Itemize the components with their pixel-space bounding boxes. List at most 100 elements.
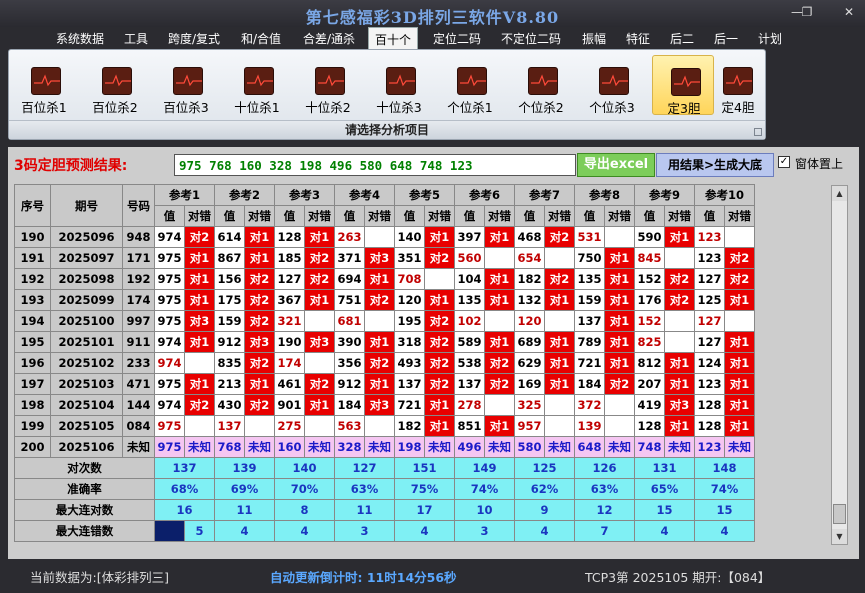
table-row[interactable]: 198 2025104 144 974 对2 430 对2 901 对1 184 对3 721 对1 27… [14,394,755,416]
value-cell: 185 [274,247,305,269]
analysis-item-button[interactable]: 百位杀1 [13,55,75,115]
value-cell: 127 [274,268,305,290]
scroll-down-icon[interactable]: ▼ [832,529,847,544]
value-cell: 721 [394,394,425,416]
table-row[interactable]: 196 2025102 233 974 835 对2 174 356 对2 493 对2 538 对2 6… [14,352,755,374]
chart-icon [457,67,487,95]
expand-icon[interactable] [754,128,762,136]
stats-value: 7 [574,520,635,542]
menu-item[interactable]: 系统数据 [56,30,104,47]
column-header: 参考2 [214,184,275,206]
table-row[interactable]: 190 2025096 948 974 对2 614 对1 128 对1 263 140 对1 397 对… [14,226,755,248]
predicted-value-cell: 160 [274,436,305,458]
menu-item[interactable]: 合差/通杀 [303,30,355,47]
value-cell: 159 [574,289,605,311]
menu-item[interactable]: 不定位二码 [501,30,561,47]
subcolumn-header: 值 [394,205,425,227]
hit-cell: 对2 [364,289,395,311]
value-cell: 563 [334,415,365,437]
draw-number-cell: 174 [122,289,155,311]
menu-item[interactable]: 计划 [758,30,782,47]
menu-item[interactable]: 百十个 [368,27,419,49]
vertical-scrollbar[interactable]: ▲ ▼ [831,185,848,545]
hit-cell: 对1 [244,226,275,248]
pin-window-checkbox[interactable]: ✓ [778,156,790,168]
menu-item[interactable]: 跨度/复式 [168,30,220,47]
value-cell: 975 [154,247,185,269]
title-bar: 第七感福彩3D排列三软件V8.80 — ❐ ✕ [0,0,865,27]
subcolumn-header: 值 [214,205,245,227]
hit-cell: 对3 [184,310,215,332]
menu-item[interactable]: 后二 [670,30,694,47]
subcolumn-header: 对错 [544,205,575,227]
analysis-item-button[interactable]: 十位杀1 [226,55,288,115]
hit-cell: 对1 [664,226,695,248]
stats-row: 最大连错数 5 4 4 3 4 3 4 7 4 4 [14,520,755,542]
menu-item[interactable]: 工具 [124,30,148,47]
hit-cell: 对2 [304,373,335,395]
value-cell: 430 [214,394,245,416]
chart-icon [31,67,61,95]
draw-number-cell: 471 [122,373,155,395]
menu-item[interactable]: 后一 [714,30,738,47]
table-row[interactable]: 194 2025100 997 975 对3 159 对2 321 681 195 对2 102 120… [14,310,755,332]
hit-cell: 对1 [184,247,215,269]
value-cell: 750 [574,247,605,269]
menu-item[interactable]: 和/合值 [241,30,281,47]
analysis-item-button[interactable]: 个位杀3 [581,55,643,115]
table-row[interactable]: 192 2025098 192 975 对1 156 对2 127 对2 694 对1 708 104 对… [14,268,755,290]
export-excel-button[interactable]: 导出excel [577,153,655,177]
prediction-row[interactable]: 200 2025106 未知 975 未知 768 未知 160 未知 328 未知 198 未知 496… [14,436,755,458]
stats-value: 62% [514,478,575,500]
subcolumn-header: 对错 [664,205,695,227]
hit-cell: 对2 [424,310,455,332]
analysis-item-button[interactable]: 百位杀2 [84,55,146,115]
table-row[interactable]: 191 2025097 171 975 对1 867 对1 185 对2 371 对3 351 对2 56… [14,247,755,269]
hit-cell: 对3 [364,247,395,269]
analysis-item-button[interactable]: 十位杀2 [297,55,359,115]
hit-cell: 对2 [364,352,395,374]
value-cell: 184 [574,373,605,395]
column-header: 参考7 [514,184,575,206]
miss-cell [544,415,575,437]
stats-value: 4 [214,520,275,542]
stats-value: 148 [694,457,755,479]
table-row[interactable]: 199 2025105 084 975 137 275 563 182 对1 851 对1 957 13… [14,415,755,437]
hit-cell: 对1 [244,247,275,269]
stats-value: 16 [154,499,215,521]
column-header: 参考8 [574,184,635,206]
unknown-status-cell: 未知 [484,436,515,458]
menu-item[interactable]: 振幅 [582,30,606,47]
value-cell: 689 [514,331,545,353]
value-cell: 140 [394,226,425,248]
draw-number-cell: 未知 [122,436,155,458]
predicted-value-cell: 975 [154,436,185,458]
table-row[interactable]: 197 2025103 471 975 对1 213 对1 461 对2 912 对1 137 对2 13… [14,373,755,395]
hit-cell: 对2 [484,373,515,395]
scroll-thumb[interactable] [833,504,846,524]
value-cell: 127 [694,310,725,332]
value-cell: 263 [334,226,365,248]
analysis-item-button[interactable]: 十位杀3 [368,55,430,115]
table-row[interactable]: 195 2025101 911 974 对1 912 对3 190 对3 390 对1 318 对2 58… [14,331,755,353]
close-icon[interactable]: ✕ [838,3,860,21]
subcolumn-header: 对错 [304,205,335,227]
chart-icon [102,67,132,95]
table-row[interactable]: 193 2025099 174 975 对1 175 对2 367 对1 751 对2 120 对1 13… [14,289,755,311]
prediction-result-field[interactable]: 975 768 160 328 198 496 580 648 748 123 [174,154,576,176]
stats-label: 准确率 [14,478,155,500]
stats-value: 68% [154,478,215,500]
generate-base-button[interactable]: 用结果>生成大底 [656,153,774,177]
analysis-item-button[interactable]: 百位杀3 [155,55,217,115]
miss-cell [664,310,695,332]
analysis-item-button[interactable]: 个位杀1 [439,55,501,115]
column-header: 参考5 [394,184,455,206]
scroll-up-icon[interactable]: ▲ [832,186,847,201]
menu-item[interactable]: 特征 [626,30,650,47]
unknown-status-cell: 未知 [364,436,395,458]
menu-item[interactable]: 定位二码 [433,30,481,47]
analysis-item-button[interactable]: 个位杀2 [510,55,572,115]
analysis-item-button[interactable]: 定3胆 [652,55,714,116]
analysis-item-button[interactable]: 定4胆 [711,55,765,115]
restore-icon[interactable]: ❐ [796,3,818,21]
